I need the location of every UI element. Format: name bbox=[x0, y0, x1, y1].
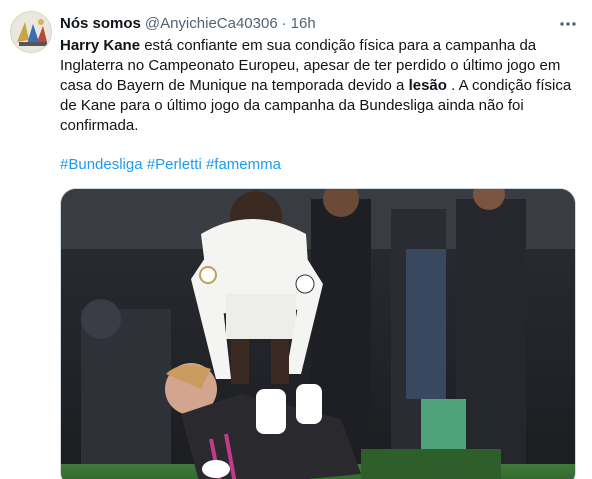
timestamp[interactable]: 16h bbox=[291, 15, 316, 32]
tweet-media-photo[interactable] bbox=[60, 188, 576, 479]
photo-illustration bbox=[61, 189, 575, 479]
display-name[interactable]: Nós somos bbox=[60, 15, 141, 32]
bold-injury: lesão bbox=[408, 77, 447, 94]
hashtag-list: #Bundesliga #Perletti #famemma bbox=[60, 155, 281, 175]
hashtag-perletti[interactable]: #Perletti bbox=[147, 156, 202, 173]
tweet-text: Harry Kane está confiante em sua condiçã… bbox=[60, 36, 580, 136]
more-horizontal-icon[interactable] bbox=[558, 14, 578, 34]
tweet-card[interactable]: Nós somos @AnyichieCa40306 · 16h Harry K… bbox=[0, 0, 592, 479]
avatar[interactable] bbox=[10, 11, 52, 53]
tweet-header: Nós somos @AnyichieCa40306 · 16h bbox=[60, 12, 582, 34]
hashtag-bundesliga[interactable]: #Bundesliga bbox=[60, 156, 143, 173]
hashtag-famemma[interactable]: #famemma bbox=[206, 156, 281, 173]
user-handle[interactable]: @AnyichieCa40306 bbox=[145, 15, 278, 32]
bold-name: Harry Kane bbox=[60, 37, 141, 54]
avatar-image bbox=[11, 12, 51, 52]
separator-dot: · bbox=[281, 14, 287, 32]
